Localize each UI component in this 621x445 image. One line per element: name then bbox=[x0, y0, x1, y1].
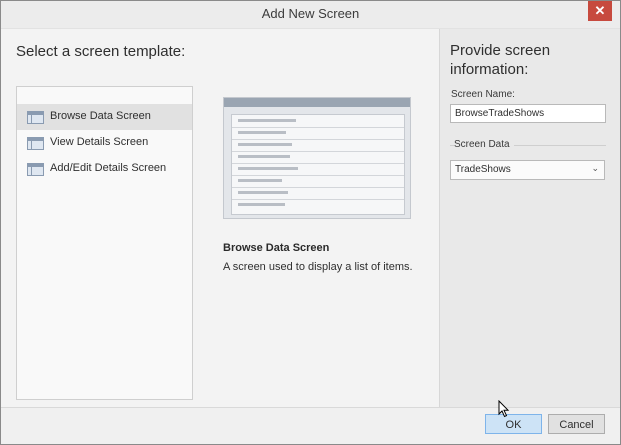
add-new-screen-dialog: Add New Screen ✕ Select a screen templat… bbox=[0, 0, 621, 445]
dialog-footer: OK Cancel bbox=[1, 407, 620, 444]
template-list: Browse Data Screen View Details Screen A… bbox=[16, 86, 193, 400]
template-description-text: A screen used to display a list of items… bbox=[223, 261, 413, 273]
screen-data-selected-value: TradeShows bbox=[455, 164, 511, 175]
screen-info-heading: Provide screen information: bbox=[450, 42, 551, 78]
screen-name-label: Screen Name: bbox=[451, 89, 515, 100]
add-edit-details-icon bbox=[27, 163, 44, 176]
preview-header-bar bbox=[224, 98, 410, 107]
close-button[interactable]: ✕ bbox=[588, 1, 612, 21]
cancel-button[interactable]: Cancel bbox=[548, 414, 605, 434]
ok-button[interactable]: OK bbox=[485, 414, 542, 434]
preview-grid bbox=[231, 114, 405, 215]
template-item-label: Browse Data Screen bbox=[50, 110, 151, 122]
screen-data-select[interactable]: TradeShows ⌄ bbox=[450, 160, 605, 180]
browse-data-icon bbox=[27, 111, 44, 124]
template-heading: Select a screen template: bbox=[16, 43, 186, 60]
template-preview-image bbox=[223, 97, 411, 219]
screen-name-input[interactable] bbox=[450, 104, 606, 123]
chevron-down-icon: ⌄ bbox=[591, 163, 599, 173]
screen-info-pane: Provide screen information: Screen Name:… bbox=[439, 29, 620, 407]
title-bar[interactable]: Add New Screen ✕ bbox=[1, 1, 620, 29]
template-item-add-edit-details[interactable]: Add/Edit Details Screen bbox=[17, 156, 192, 182]
template-item-label: Add/Edit Details Screen bbox=[50, 162, 167, 174]
screen-data-label: Screen Data bbox=[454, 139, 514, 150]
template-item-view-details[interactable]: View Details Screen bbox=[17, 130, 192, 156]
template-description-title: Browse Data Screen bbox=[223, 242, 330, 254]
mouse-cursor-icon bbox=[498, 400, 510, 418]
view-details-icon bbox=[27, 137, 44, 150]
template-item-label: View Details Screen bbox=[50, 136, 149, 148]
preview-row bbox=[232, 199, 404, 211]
template-pane: Select a screen template: Browse Data Sc… bbox=[1, 29, 439, 407]
template-item-browse-data[interactable]: Browse Data Screen bbox=[17, 104, 192, 130]
close-icon: ✕ bbox=[594, 3, 606, 18]
dialog-title: Add New Screen bbox=[261, 6, 360, 21]
